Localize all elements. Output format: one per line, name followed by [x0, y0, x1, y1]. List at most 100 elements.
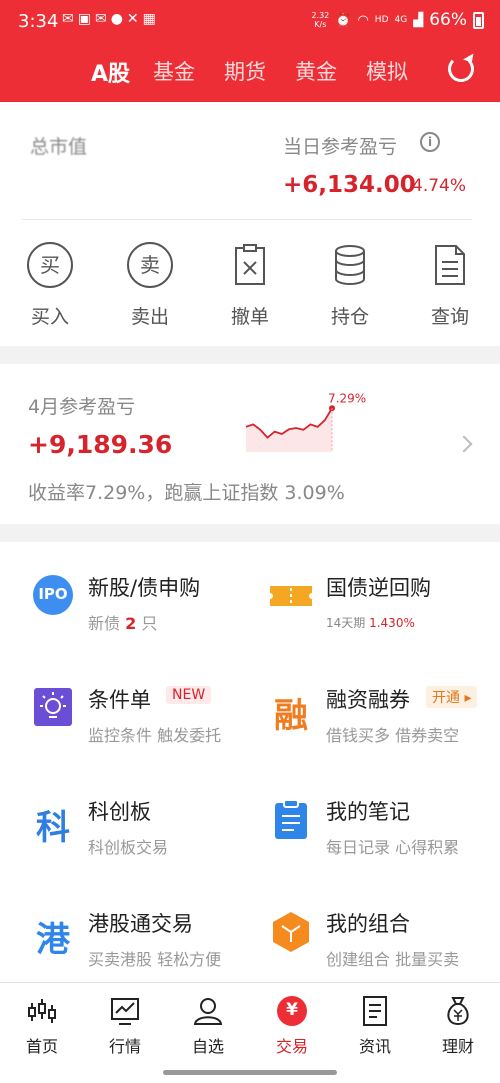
candlestick-icon	[26, 995, 58, 1027]
chart-icon	[109, 995, 141, 1027]
top-header: 3:34 ✉▣✉●✕▦ 2.32 K/s ⏰ ◠ HD 4G ▟ 66% A股 …	[0, 0, 500, 102]
alarm-icon: ⏰	[335, 12, 352, 28]
sell-icon: 卖	[127, 242, 173, 288]
database-icon	[327, 242, 373, 288]
monthly-pnl-title: 4月参考盈亏	[28, 396, 136, 418]
feature-desc: 创建组合 批量买卖	[326, 950, 460, 969]
feature-name: 我的笔记	[326, 800, 410, 824]
tab-home[interactable]: 首页	[7, 995, 77, 1057]
cancel-order-button[interactable]: 撤单	[220, 242, 280, 329]
feature-name: 条件单	[88, 688, 151, 712]
star-market-icon: 科	[36, 808, 70, 848]
feature-grid: IPO 新股/债申购 新债 2 只 国债逆回购 14天期 1.430% 条件单 …	[0, 542, 500, 982]
feature-name: 我的组合	[326, 912, 410, 936]
feature-name: 国债逆回购	[326, 576, 431, 600]
feature-star-market[interactable]: 科 科创板 科创板交易	[32, 796, 272, 886]
net-label: 4G	[394, 15, 408, 25]
feature-desc: 科创板交易	[88, 838, 169, 857]
holdings-label: 持仓	[330, 306, 369, 328]
buy-icon: 买	[27, 242, 73, 288]
monthly-pnl-card[interactable]: 4月参考盈亏 +9,189.36 收益率7.29%，跑赢上证指数 3.09% 7…	[0, 364, 500, 524]
document-icon	[427, 242, 473, 288]
home-indicator	[163, 1070, 337, 1075]
feature-margin-trading[interactable]: 融 融资融券 开通 ▸ 借钱买多 借券卖空	[270, 684, 500, 774]
tab-trade[interactable]: ¥ 交易	[257, 995, 327, 1057]
feature-desc: 每日记录 心得积累	[326, 838, 460, 857]
feature-name: 港股通交易	[88, 912, 193, 936]
ipo-icon: IPO	[32, 574, 74, 616]
ticket-icon	[270, 574, 312, 616]
tab-label: 交易	[275, 1037, 308, 1056]
battery-text: 66%	[429, 10, 467, 30]
feature-my-notes[interactable]: 我的笔记 每日记录 心得积累	[270, 796, 500, 886]
tab-wealth[interactable]: 理财	[423, 995, 493, 1057]
battery-icon	[473, 11, 484, 29]
lightbulb-icon	[32, 686, 74, 728]
tab-news[interactable]: 资讯	[340, 995, 410, 1057]
monthly-chart: 7.29%	[245, 391, 366, 452]
hd-label: HD	[374, 15, 389, 25]
tab-futures[interactable]: 期货	[224, 56, 266, 86]
notification-icons: ✉▣✉●✕▦	[62, 11, 160, 27]
feature-conditional-order[interactable]: 条件单 NEW 监控条件 触发委托	[32, 684, 272, 774]
portfolio-icon	[270, 910, 312, 952]
info-icon[interactable]: i	[420, 132, 440, 152]
tab-gold[interactable]: 黄金	[295, 56, 337, 86]
tab-label: 资讯	[358, 1037, 391, 1056]
chart-peak-label: 7.29%	[328, 391, 366, 405]
wifi-icon: ◠	[357, 12, 369, 28]
total-value-label: 总市值	[30, 136, 88, 158]
status-right: 2.32 K/s ⏰ ◠ HD 4G ▟ 66%	[311, 10, 484, 30]
feature-name: 科创板	[88, 800, 151, 824]
tab-label: 自选	[191, 1037, 224, 1056]
feature-desc: 新债 2 只	[88, 614, 158, 633]
cancel-order-icon	[227, 242, 273, 288]
daily-pnl-percent: 4.74%	[412, 176, 467, 196]
account-summary: 总市值 当日参考盈亏 i +6,134.00 4.74% 买 买入 卖 卖出 撤…	[0, 102, 500, 346]
divider	[22, 219, 472, 220]
monthly-return-text: 收益率7.29%，跑赢上证指数 3.09%	[28, 482, 345, 504]
yuan-icon: ¥	[276, 995, 308, 1027]
feature-desc: 买卖港股 轻松方便	[88, 950, 222, 969]
cancel-order-label: 撤单	[230, 306, 269, 328]
new-badge: NEW	[166, 686, 212, 704]
tab-label: 理财	[441, 1037, 474, 1056]
network-speed: 2.32 K/s	[311, 11, 330, 29]
user-icon	[192, 995, 224, 1027]
status-time: 3:34	[18, 11, 59, 32]
money-bag-icon	[442, 995, 474, 1027]
tab-market[interactable]: 行情	[90, 995, 160, 1057]
holdings-button[interactable]: 持仓	[320, 242, 380, 329]
feature-ipo[interactable]: IPO 新股/债申购 新债 2 只	[32, 572, 272, 662]
daily-pnl-value: +6,134.00	[283, 172, 416, 198]
chevron-right-icon[interactable]	[455, 435, 473, 453]
open-badge[interactable]: 开通 ▸	[426, 686, 478, 708]
tab-funds[interactable]: 基金	[153, 56, 195, 86]
tab-simulation[interactable]: 模拟	[366, 56, 408, 86]
daily-pnl-label: 当日参考盈亏	[283, 136, 398, 158]
hk-connect-icon: 港	[36, 920, 70, 960]
tab-label: 首页	[25, 1037, 58, 1056]
tab-label: 行情	[108, 1037, 141, 1056]
buy-button[interactable]: 买 买入	[20, 242, 80, 329]
feature-desc: 14天期 1.430%	[326, 616, 415, 630]
refresh-icon[interactable]	[448, 56, 474, 82]
feature-desc: 借钱买多 借券卖空	[326, 726, 460, 745]
tab-a-shares[interactable]: A股	[91, 56, 130, 88]
signal-icon: ▟	[413, 12, 424, 28]
news-icon	[359, 995, 391, 1027]
sell-button[interactable]: 卖 卖出	[120, 242, 180, 329]
feature-name: 融资融券	[326, 688, 410, 712]
query-label: 查询	[430, 306, 469, 328]
status-bar: 3:34 ✉▣✉●✕▦ 2.32 K/s ⏰ ◠ HD 4G ▟ 66%	[0, 0, 500, 44]
top-nav: A股 基金 期货 黄金 模拟	[0, 52, 500, 92]
query-button[interactable]: 查询	[420, 242, 480, 329]
sell-label: 卖出	[130, 306, 169, 328]
margin-icon: 融	[274, 696, 308, 736]
feature-name: 新股/债申购	[88, 576, 201, 600]
note-icon	[270, 798, 312, 840]
buy-label: 买入	[30, 306, 69, 328]
bottom-tab-bar: 首页 行情 自选 ¥ 交易 资讯 理财	[0, 982, 500, 1083]
tab-watchlist[interactable]: 自选	[173, 995, 243, 1057]
feature-reverse-repo[interactable]: 国债逆回购 14天期 1.430%	[270, 572, 500, 662]
